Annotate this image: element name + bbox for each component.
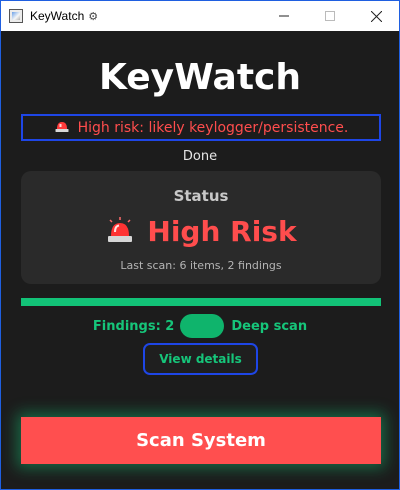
last-scan-summary: Last scan: 6 items, 2 findings	[120, 259, 282, 272]
app-icon	[9, 9, 23, 23]
maximize-button[interactable]	[307, 1, 353, 31]
window-controls	[261, 1, 399, 31]
minimize-button[interactable]	[261, 1, 307, 31]
scan-system-button[interactable]: Scan System	[21, 417, 381, 464]
findings-count: Findings: 2	[92, 318, 175, 334]
scan-progress-fill	[21, 298, 381, 306]
view-details-button[interactable]: View details	[143, 343, 258, 375]
siren-icon	[54, 119, 70, 137]
close-button[interactable]	[353, 1, 399, 31]
status-value: High Risk	[147, 215, 297, 248]
status-line: Done	[182, 149, 218, 164]
gear-icon: ⚙	[88, 9, 99, 23]
minimize-icon	[279, 15, 289, 17]
main-content: KeyWatch High risk: likely keylogger/per…	[1, 31, 399, 489]
deep-scan-label: Deep scan	[231, 318, 308, 334]
status-card: Status High Risk Last scan: 6 items, 2 f…	[21, 171, 381, 284]
siren-icon	[105, 216, 135, 247]
options-row: Findings: 2 Deep scan	[1, 313, 399, 339]
title-bar[interactable]: KeyWatch ⚙	[1, 1, 399, 31]
status-main: High Risk	[21, 215, 381, 248]
window-title: KeyWatch	[30, 9, 85, 23]
status-heading: Status	[173, 187, 229, 205]
alert-text: High risk: likely keylogger/persistence.	[77, 119, 349, 136]
app-window: KeyWatch ⚙ KeyWatch High risk: likely ke…	[0, 0, 400, 490]
app-title: KeyWatch	[98, 57, 302, 98]
close-icon	[370, 10, 382, 22]
alert-banner: High risk: likely keylogger/persistence.	[21, 114, 381, 141]
maximize-icon	[325, 11, 335, 21]
scan-progress-bar	[21, 298, 381, 306]
deep-scan-toggle[interactable]	[180, 314, 225, 338]
